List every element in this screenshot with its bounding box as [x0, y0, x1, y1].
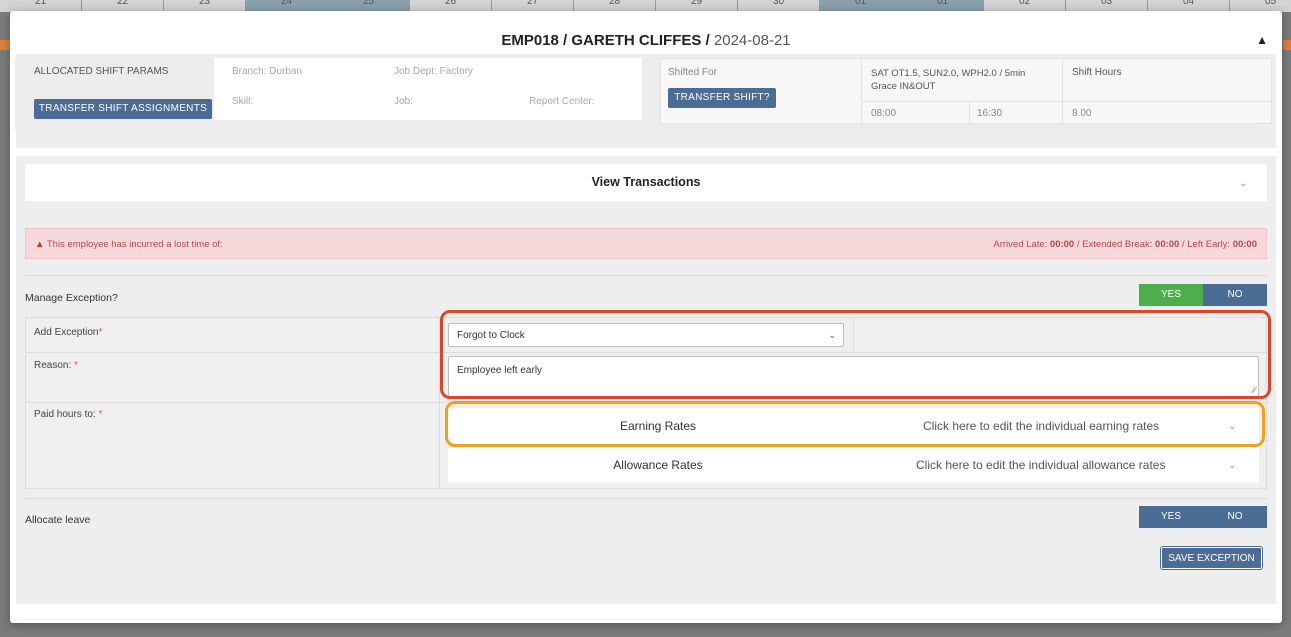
- allowance-rates-row[interactable]: Allowance Rates Click here to edit the i…: [448, 447, 1259, 483]
- lost-time-alert: ▲ This employee has incurred a lost time…: [25, 228, 1267, 259]
- allocated-shift-params: ALLOCATED SHIFT PARAMS TRANSFER SHIFT AS…: [15, 58, 1272, 130]
- chevron-down-icon[interactable]: ⌄: [1239, 178, 1247, 189]
- skill-label: Skill:: [232, 96, 254, 107]
- arrived-late-value: 00:00: [1049, 239, 1075, 250]
- shift-hours-value: 8.00: [1072, 108, 1092, 119]
- extended-break-label: Extended Break:: [1082, 239, 1153, 250]
- chevron-down-icon[interactable]: ⌄: [1228, 460, 1236, 471]
- manage-exception-label: Manage Exception?: [25, 292, 118, 304]
- shifted-for-label: Shifted For: [668, 67, 717, 78]
- highlight-frame-orange: [445, 401, 1265, 447]
- left-early-label: Left Early:: [1187, 239, 1231, 250]
- divider: [25, 275, 1267, 276]
- reason-label: Reason: *: [34, 360, 78, 371]
- divider: [1062, 59, 1063, 125]
- highlight-frame-red: [440, 310, 1271, 399]
- allowance-rates-hint[interactable]: Click here to edit the individual allowa…: [916, 458, 1165, 472]
- add-exception-label: Add Exception*: [34, 327, 103, 338]
- lost-time-breakdown: Arrived Late: 00:00 / Extended Break: 00…: [993, 239, 1257, 250]
- section-gap: [16, 148, 1276, 156]
- shift-name: SAT OT1.5, SUN2.0, WPH2.0 / 5min Grace I…: [871, 68, 1026, 92]
- report-center-label: Report Center:: [529, 96, 595, 107]
- job-label: Job:: [394, 96, 413, 107]
- shift-start-time: 08:00: [871, 108, 897, 119]
- job-dept-label: Job Dept: Factory: [394, 66, 473, 77]
- employee-title: EMP018 / GARETH CLIFFES /: [501, 32, 710, 49]
- allocate-leave-label: Allocate leave: [25, 514, 91, 526]
- view-transactions-panel[interactable]: View Transactions ⌄: [25, 164, 1267, 201]
- divider: [861, 59, 862, 125]
- shifted-for-panel: Shifted For TRANSFER SHIFT? SAT OT1.5, S…: [660, 58, 1272, 125]
- paid-hours-label: Paid hours to: *: [34, 409, 103, 420]
- divider: [25, 498, 1267, 499]
- divider: [861, 101, 1272, 102]
- allocate-leave-toggle[interactable]: YES NO: [1139, 506, 1267, 528]
- manage-exception-toggle[interactable]: YES NO: [1139, 284, 1267, 306]
- modal-title: EMP018 / GARETH CLIFFES / 2024-08-21: [10, 32, 1282, 49]
- shift-end-time: 16:30: [977, 108, 1003, 119]
- allocate-leave-no[interactable]: NO: [1203, 506, 1267, 528]
- left-early-value: 00:00: [1232, 239, 1257, 250]
- arrived-late-label: Arrived Late:: [993, 239, 1048, 250]
- view-transactions-title[interactable]: View Transactions: [25, 175, 1267, 189]
- manage-exception-yes[interactable]: YES: [1139, 284, 1203, 306]
- transfer-shift-assignments-button[interactable]: TRANSFER SHIFT ASSIGNMENTS: [34, 99, 212, 119]
- save-exception-button[interactable]: SAVE EXCEPTION: [1161, 547, 1262, 569]
- transfer-shift-button[interactable]: TRANSFER SHIFT?: [668, 88, 776, 108]
- alert-text: This employee has incurred a lost time o…: [46, 239, 223, 250]
- alert-message: ▲ This employee has incurred a lost time…: [35, 239, 223, 250]
- exception-date: 2024-08-21: [713, 32, 791, 49]
- shift-hours-label: Shift Hours: [1072, 67, 1122, 78]
- divider: [969, 101, 970, 125]
- warning-icon[interactable]: ▲: [1256, 33, 1268, 47]
- branch-label: Branch: Durban: [232, 66, 303, 77]
- background-edge-marker: [0, 40, 10, 50]
- allowance-rates-title[interactable]: Allowance Rates: [558, 458, 758, 472]
- manage-exception-no[interactable]: NO: [1203, 284, 1267, 306]
- warning-icon: ▲: [35, 239, 45, 250]
- background-edge-marker: [1283, 40, 1291, 50]
- allocate-leave-yes[interactable]: YES: [1139, 506, 1203, 528]
- allocated-shift-params-label: ALLOCATED SHIFT PARAMS: [34, 66, 169, 77]
- extended-break-value: 00:00: [1155, 239, 1180, 250]
